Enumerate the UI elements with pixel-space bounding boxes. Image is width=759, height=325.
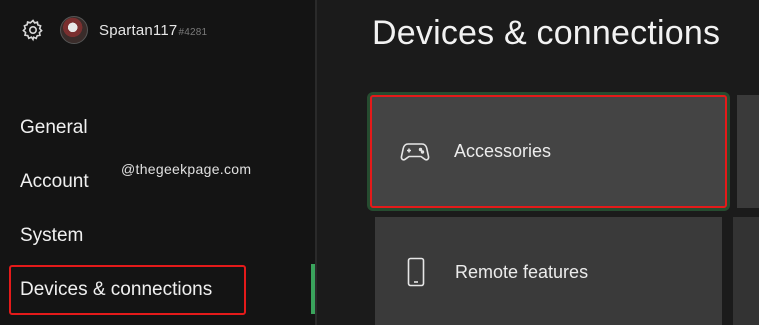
avatar[interactable] [60,16,88,44]
profile-header[interactable]: Spartan117#4281 [18,12,207,48]
page-title: Devices & connections [372,14,721,52]
remote-features-tile[interactable]: Remote features [375,217,722,325]
controller-icon [400,137,430,167]
remote-features-label: Remote features [455,261,589,282]
gamertag: Spartan117#4281 [99,22,207,39]
gamertag-suffix: #4281 [178,26,208,38]
accessories-tile[interactable]: Accessories [370,95,727,208]
sidebar-item-general[interactable]: General [20,117,88,139]
partial-tile-bottom[interactable] [733,217,759,325]
partial-tile-top[interactable] [737,95,759,208]
sidebar-item-account[interactable]: Account [20,171,89,193]
settings-sidebar: Spartan117#4281 General Account System D… [0,0,315,325]
gear-icon[interactable] [18,15,48,45]
watermark: @thegeekpage.com [121,161,252,177]
xbox-settings-window: Spartan117#4281 General Account System D… [0,0,759,325]
sidebar-item-system[interactable]: System [20,225,83,247]
phone-icon [401,257,431,287]
gamertag-name: Spartan117 [99,21,178,39]
accessories-label: Accessories [454,141,552,161]
selection-highlight-box [9,265,246,315]
sidebar-divider [315,0,317,325]
